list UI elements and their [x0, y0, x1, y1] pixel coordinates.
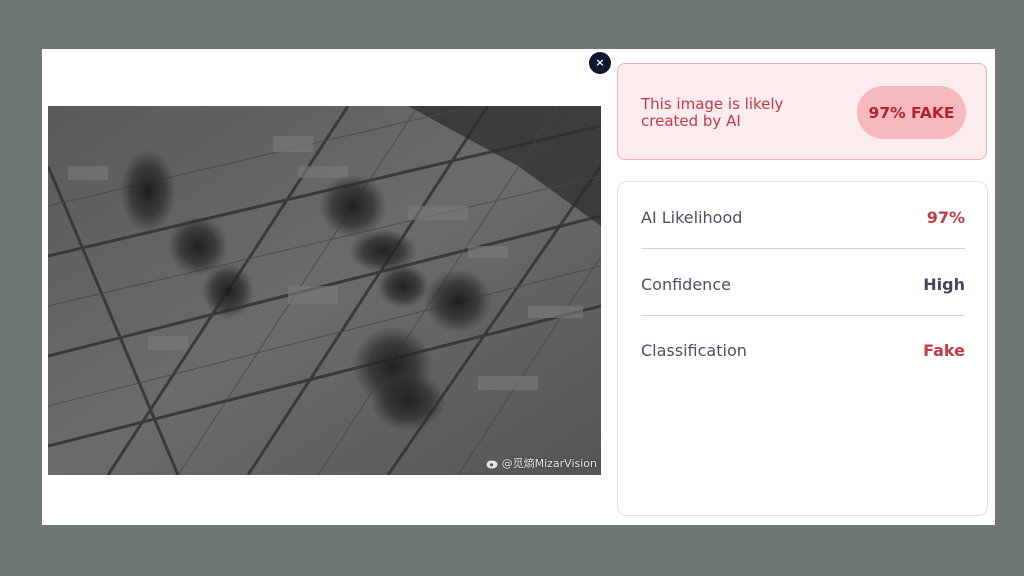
confidence-value: High — [923, 275, 965, 294]
confidence-row: Confidence High — [641, 249, 965, 316]
close-button[interactable]: × — [589, 52, 611, 74]
classification-label: Classification — [641, 341, 747, 360]
details-panel: AI Likelihood 97% Confidence High Classi… — [617, 181, 988, 516]
ai-likelihood-row: AI Likelihood 97% — [641, 182, 965, 249]
analyzed-image: @觅熵MizarVision — [48, 106, 601, 475]
confidence-label: Confidence — [641, 275, 731, 294]
satellite-image — [48, 106, 601, 475]
fake-score-badge: 97% FAKE — [857, 86, 966, 139]
classification-row: Classification Fake — [641, 315, 965, 381]
close-icon: × — [595, 56, 605, 69]
watermark-text: @觅熵MizarVision — [501, 457, 597, 470]
verdict-banner: This image is likely created by AI 97% F… — [617, 63, 987, 160]
weibo-icon — [486, 460, 498, 468]
verdict-message: This image is likely created by AI — [641, 95, 784, 130]
classification-value: Fake — [923, 341, 965, 360]
watermark: @觅熵MizarVision — [486, 455, 597, 471]
ai-likelihood-value: 97% — [926, 208, 965, 227]
ai-likelihood-label: AI Likelihood — [641, 208, 743, 227]
